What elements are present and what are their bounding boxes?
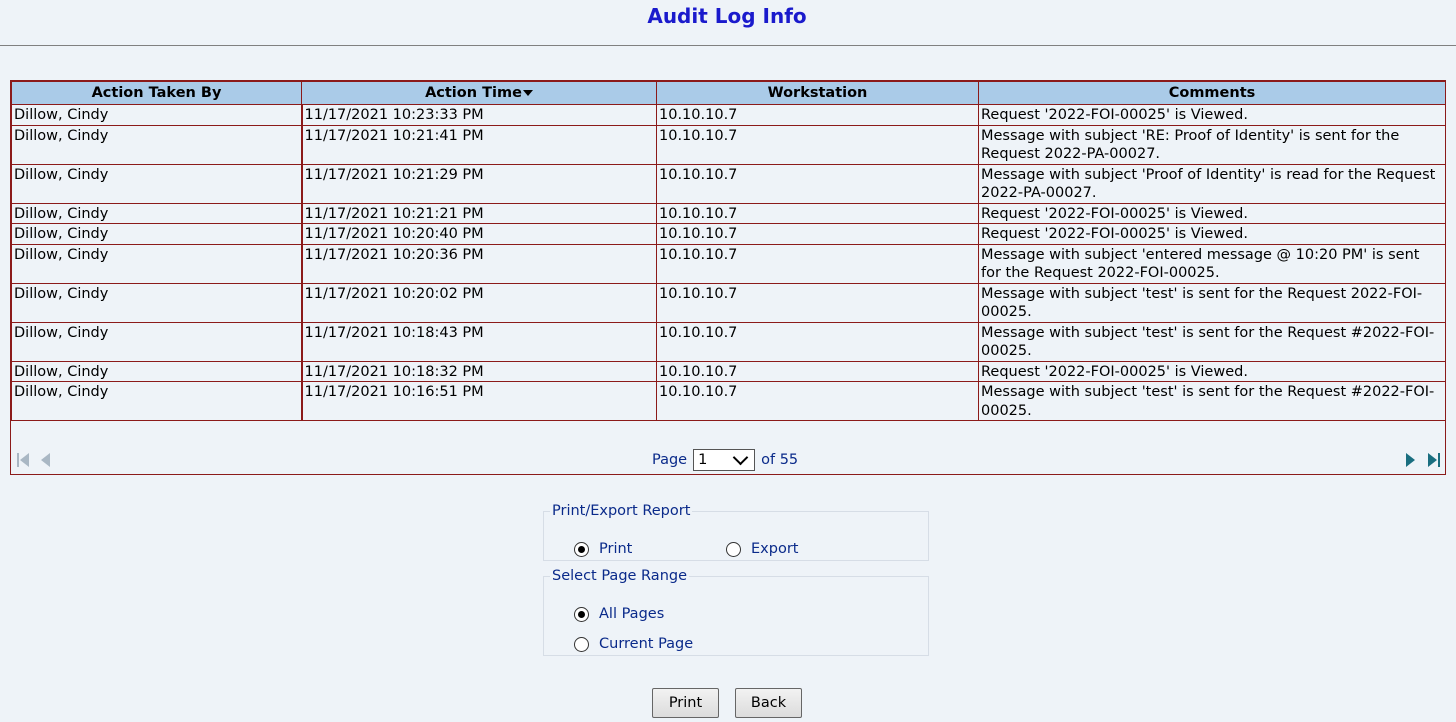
cell-action-time: 11/17/2021 10:18:32 PM [301,360,657,382]
cell-action-time: 11/17/2021 10:20:36 PM [301,243,657,284]
print-radio-label: Print [599,541,633,557]
cell-workstation: 10.10.10.7 [656,360,979,382]
last-page-icon[interactable] [1427,451,1441,469]
cell-comments: Request '2022-FOI-00025' is Viewed. [978,104,1446,126]
radio-checked-icon [574,606,589,622]
cell-action-time: 11/17/2021 10:23:33 PM [301,104,657,126]
cell-action-taken-by: Dillow, Cindy [11,104,303,126]
radio-unchecked-icon [574,636,589,652]
table-row[interactable]: Dillow, Cindy 11/17/2021 10:21:21 PM 10.10… [11,202,1446,224]
column-header-action-time[interactable]: Action Time [301,81,657,105]
table-body: Dillow, Cindy 11/17/2021 10:23:33 PM 10.10… [11,104,1446,421]
cell-comments: Message with subject 'RE: Proof of Ident… [978,124,1446,165]
pager: Page 1 of 55 [11,447,1445,474]
page-title: Audit Log Info [647,4,807,28]
cell-comments: Message with subject 'Proof of Identity'… [978,163,1446,204]
cell-workstation: 10.10.10.7 [656,163,979,204]
cell-action-taken-by: Dillow, Cindy [11,282,303,323]
print-export-legend: Print/Export Report [552,503,691,519]
cell-action-time: 11/17/2021 10:18:43 PM [301,321,657,362]
page-selector: Page 1 of 55 [652,449,798,471]
column-header-label: Comments [1168,85,1256,101]
all-pages-label: All Pages [599,606,665,622]
table-row[interactable]: Dillow, Cindy 11/17/2021 10:20:02 PM 10.10… [11,282,1446,323]
cell-action-taken-by: Dillow, Cindy [11,381,303,421]
table-row[interactable]: Dillow, Cindy 11/17/2021 10:16:51 PM 10.10… [11,381,1446,421]
cell-comments: Message with subject 'test' is sent for … [978,321,1446,362]
audit-log-table: Action Taken By Action Time Workstation … [11,81,1446,421]
cell-workstation: 10.10.10.7 [656,282,979,323]
cell-action-taken-by: Dillow, Cindy [11,321,303,362]
page-number-value: 1 [698,452,708,468]
first-page-icon[interactable] [16,451,30,469]
cell-action-taken-by: Dillow, Cindy [11,163,303,204]
page-label: Page [652,452,688,468]
current-page-label: Current Page [599,636,694,652]
current-page-radio[interactable]: Current Page [574,636,693,652]
page-count-label: of 55 [761,452,799,468]
export-radio[interactable]: Export [726,541,798,557]
cell-comments: Message with subject 'test' is sent for … [978,282,1446,323]
table-row[interactable]: Dillow, Cindy 11/17/2021 10:18:32 PM 10.10… [11,360,1446,382]
radio-unchecked-icon [726,541,741,557]
column-header-label: Workstation [767,85,868,101]
column-header-comments[interactable]: Comments [978,81,1446,105]
table-row[interactable]: Dillow, Cindy 11/17/2021 10:21:29 PM 10.10… [11,163,1446,204]
table-row[interactable]: Dillow, Cindy 11/17/2021 10:18:43 PM 10.10… [11,321,1446,362]
cell-comments: Message with subject 'test' is sent for … [978,381,1446,421]
cell-workstation: 10.10.10.7 [656,124,979,165]
cell-action-time: 11/17/2021 10:16:51 PM [301,381,657,421]
cell-action-time: 11/17/2021 10:20:40 PM [301,223,657,245]
cell-workstation: 10.10.10.7 [656,243,979,284]
cell-action-time: 11/17/2021 10:20:02 PM [301,282,657,323]
cell-workstation: 10.10.10.7 [656,104,979,126]
cell-workstation: 10.10.10.7 [656,381,979,421]
cell-comments: Request '2022-FOI-00025' is Viewed. [978,360,1446,382]
column-header-label: Action Taken By [91,85,222,101]
export-radio-label: Export [751,541,799,557]
cell-action-time: 11/17/2021 10:21:41 PM [301,124,657,165]
all-pages-radio[interactable]: All Pages [574,606,664,622]
cell-comments: Request '2022-FOI-00025' is Viewed. [978,202,1446,224]
cell-workstation: 10.10.10.7 [656,223,979,245]
table-header-row: Action Taken By Action Time Workstation … [11,81,1446,105]
cell-workstation: 10.10.10.7 [656,321,979,362]
cell-workstation: 10.10.10.7 [656,202,979,224]
cell-action-time: 11/17/2021 10:21:29 PM [301,163,657,204]
print-export-group: Print/Export Report Print Export [543,503,929,561]
cell-comments: Request '2022-FOI-00025' is Viewed. [978,223,1446,245]
table-row[interactable]: Dillow, Cindy 11/17/2021 10:20:36 PM 10.10… [11,243,1446,284]
cell-action-taken-by: Dillow, Cindy [11,202,303,224]
sort-descending-icon [522,90,533,96]
cell-action-taken-by: Dillow, Cindy [11,124,303,165]
cell-action-taken-by: Dillow, Cindy [11,243,303,284]
title-bar: Audit Log Info [0,0,1456,46]
table-row[interactable]: Dillow, Cindy 11/17/2021 10:20:40 PM 10.10… [11,223,1446,245]
print-button[interactable]: Print [652,688,719,718]
cell-action-time: 11/17/2021 10:21:21 PM [301,202,657,224]
page-range-group: Select Page Range All Pages Current Page [543,568,929,656]
back-button[interactable]: Back [735,688,802,718]
table-row[interactable]: Dillow, Cindy 11/17/2021 10:21:41 PM 10.10… [11,124,1446,165]
print-radio[interactable]: Print [574,541,632,557]
radio-checked-icon [574,541,589,557]
cell-action-taken-by: Dillow, Cindy [11,360,303,382]
page-range-legend: Select Page Range [552,568,688,584]
audit-log-grid: Action Taken By Action Time Workstation … [10,80,1446,475]
column-header-action-taken-by[interactable]: Action Taken By [11,81,302,105]
page-number-select[interactable]: 1 [693,449,756,471]
column-header-label: Action Time [425,85,522,101]
next-page-icon[interactable] [1403,451,1417,469]
cell-action-taken-by: Dillow, Cindy [11,223,303,245]
table-row[interactable]: Dillow, Cindy 11/17/2021 10:23:33 PM 10.10… [11,104,1446,126]
column-header-workstation[interactable]: Workstation [656,81,979,105]
previous-page-icon[interactable] [39,451,53,469]
chevron-down-icon [732,449,749,466]
cell-comments: Message with subject 'entered message @ … [978,243,1446,284]
